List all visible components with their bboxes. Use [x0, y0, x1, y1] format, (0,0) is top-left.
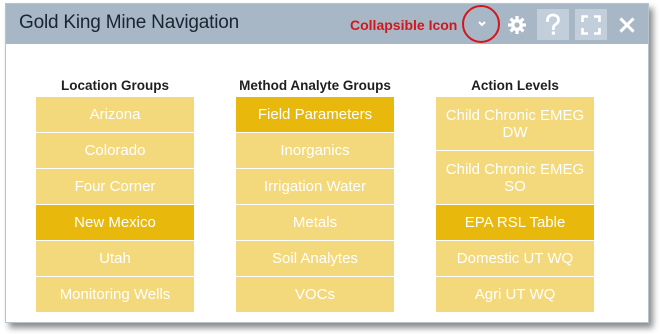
tile-irrigation-water[interactable]: Irrigation Water	[236, 169, 394, 204]
tile-colorado[interactable]: Colorado	[36, 133, 194, 168]
navigation-window: Gold King Mine Navigation Collapsible Ic…	[5, 3, 649, 323]
tile-child-chronic-emeg-dw[interactable]: Child Chronic EMEG DW	[436, 97, 594, 150]
question-mark-icon	[546, 13, 560, 35]
tile-inorganics[interactable]: Inorganics	[236, 133, 394, 168]
tile-soil-analytes[interactable]: Soil Analytes	[236, 241, 394, 276]
tile-metals[interactable]: Metals	[236, 205, 394, 240]
close-icon	[619, 16, 635, 33]
fullscreen-icon	[581, 14, 601, 35]
tile-monitoring-wells[interactable]: Monitoring Wells	[36, 277, 194, 312]
title-bar: Gold King Mine Navigation Collapsible Ic…	[6, 4, 648, 44]
settings-button[interactable]	[503, 9, 531, 40]
annotation-label: Collapsible Icon	[350, 17, 458, 33]
tile-epa-rsl-table[interactable]: EPA RSL Table	[436, 205, 594, 240]
tile-child-chronic-emeg-so[interactable]: Child Chronic EMEG SO	[436, 151, 594, 204]
tile-arizona[interactable]: Arizona	[36, 97, 194, 132]
window-title: Gold King Mine Navigation	[19, 12, 239, 33]
collapse-button[interactable]	[471, 14, 493, 34]
column-location-groups: Location Groups Arizona Colorado Four Co…	[36, 76, 194, 313]
tile-four-corner[interactable]: Four Corner	[36, 169, 194, 204]
column-action-levels: Action Levels Child Chronic EMEG DW Chil…	[436, 76, 594, 313]
column-header: Method Analyte Groups	[239, 78, 391, 93]
help-button[interactable]	[537, 9, 569, 40]
close-button[interactable]	[612, 9, 642, 40]
gear-icon	[508, 15, 526, 34]
column-header: Location Groups	[61, 78, 169, 93]
column-method-analyte-groups: Method Analyte Groups Field Parameters I…	[236, 76, 394, 313]
tile-new-mexico[interactable]: New Mexico	[36, 205, 194, 240]
tile-utah[interactable]: Utah	[36, 241, 194, 276]
chevron-down-icon	[478, 21, 486, 27]
tile-field-parameters[interactable]: Field Parameters	[236, 97, 394, 132]
tile-agri-ut-wq[interactable]: Agri UT WQ	[436, 277, 594, 312]
tile-domestic-ut-wq[interactable]: Domestic UT WQ	[436, 241, 594, 276]
tile-vocs[interactable]: VOCs	[236, 277, 394, 312]
column-header: Action Levels	[471, 78, 559, 93]
fullscreen-button[interactable]	[575, 9, 607, 40]
